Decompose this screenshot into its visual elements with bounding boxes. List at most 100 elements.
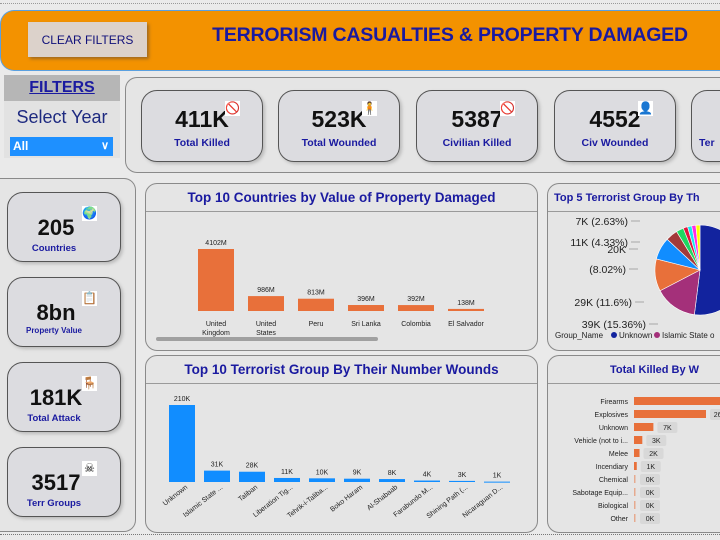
data-label: 7K <box>663 425 672 432</box>
data-label: 11K <box>281 469 293 476</box>
y-tick-label: Incendiary <box>596 464 629 471</box>
legend-title: Group_Name <box>555 331 604 340</box>
killed-by-weapon-svg: Firearms Explosives 26K Unknown 7K Vehicle (n… <box>572 397 720 524</box>
data-label: 4102M <box>205 240 227 247</box>
kpi-label: Countries <box>31 243 77 254</box>
data-label: 3K <box>652 438 661 445</box>
pie-data-label: 39K (15.36%) <box>582 319 646 331</box>
group-wounds-svg: 210KUnknown31KIslamic State ...28KTaliba… <box>162 396 510 520</box>
kpi-label: Civ Wounded <box>581 137 649 149</box>
kpi-label: Ter <box>699 137 715 149</box>
kpi-label: Total Wounded <box>301 137 377 149</box>
x-tick-label: Peru <box>309 321 324 328</box>
bar <box>448 308 484 311</box>
kpi-card-ter: Ter <box>691 90 720 162</box>
pie-data-label: 7K (2.63%) <box>575 216 628 228</box>
bar <box>634 449 640 457</box>
bar <box>634 423 654 431</box>
kpi-label: Terr Groups <box>26 498 82 509</box>
canvas-edge <box>0 534 720 536</box>
x-tick-label: Sri Lanka <box>351 321 381 328</box>
bar <box>414 480 440 482</box>
kpi-card-total-wounded: 523K Total Wounded 🧍 <box>278 90 400 162</box>
bar <box>634 501 636 509</box>
person-icon: 👤 <box>638 101 653 116</box>
bar <box>239 471 265 482</box>
bar <box>634 462 637 470</box>
kpi-label: Property Value <box>25 326 83 335</box>
data-label: 4K <box>423 472 432 479</box>
chart-title: Total Killed By W <box>548 356 720 384</box>
killed-by-weapon-chart: Total Killed By W Firearms Explosives 26K U… <box>547 355 720 533</box>
kpi-label: Total Killed <box>174 137 230 149</box>
data-label: 392M <box>407 296 425 303</box>
chart-title: Top 10 Countries by Value of Property Da… <box>146 184 537 212</box>
select-year-label: Select Year <box>16 107 108 127</box>
no-gun-icon: 🚫 <box>225 101 240 116</box>
bar <box>169 405 195 482</box>
legend-item: Islamic State o <box>662 331 715 340</box>
data-label: 3K <box>458 472 467 479</box>
bar <box>379 479 405 482</box>
data-label: 138M <box>457 300 475 307</box>
legend-marker <box>654 332 660 338</box>
x-tick-label: United <box>206 321 226 328</box>
bar <box>309 478 335 482</box>
kpi-value: 411K <box>175 106 229 132</box>
canvas-edge <box>0 0 720 4</box>
x-tick-label: United <box>256 321 276 328</box>
chart-title: Top 5 Terrorist Group By Th <box>548 184 720 212</box>
x-tick-label: Kingdom <box>202 330 230 337</box>
bar <box>634 397 720 405</box>
kpi-label: Civilian Killed <box>442 137 512 149</box>
page-title: TERRORISM CASUALTIES & PROPERTY DAMAGED <box>212 24 688 46</box>
bar <box>634 436 643 444</box>
kpi-card-terr-groups: 3517 Terr Groups ☠ <box>7 447 121 517</box>
x-tick-label: El Salvador <box>448 321 484 328</box>
kpi-card-civ-wounded: 4552 Civ Wounded 👤 <box>554 90 676 162</box>
attacker-icon: 🪑 <box>82 376 97 391</box>
bar <box>484 481 510 483</box>
y-tick-label: Biological <box>598 503 628 510</box>
clear-filters-button[interactable]: CLEAR FILTERS <box>28 22 147 57</box>
kpi-card-countries: 205 Countries 🌍 <box>7 192 121 262</box>
bar <box>634 410 706 418</box>
data-label: 31K <box>211 462 224 469</box>
kpi-card-property-value: 8bn Property Value 📋 <box>7 277 121 347</box>
pie-data-label: 11K (4.33%) <box>570 237 628 249</box>
data-label: 2K <box>649 451 658 458</box>
data-label: 0K <box>646 503 655 510</box>
property-damage-chart: Top 10 Countries by Value of Property Da… <box>145 183 538 351</box>
year-dropdown[interactable]: All ∨ <box>10 137 113 156</box>
bar <box>274 477 300 482</box>
y-tick-label: Firearms <box>600 399 628 406</box>
chart-title: Top 10 Terrorist Group By Their Number W… <box>146 356 537 384</box>
x-tick-label: Al-Shabaab <box>366 484 399 512</box>
y-tick-label: Chemical <box>599 477 629 484</box>
x-tick-label: Boko Haram <box>329 484 364 514</box>
kpi-label: Total Attack <box>27 413 81 424</box>
bar <box>298 298 334 311</box>
bar <box>344 478 370 482</box>
globe-icon: 🌍 <box>82 206 97 221</box>
y-tick-label: Explosives <box>595 412 629 419</box>
no-gun-icon: 🚫 <box>500 101 515 116</box>
group-wounds-chart: Top 10 Terrorist Group By Their Number W… <box>145 355 538 533</box>
x-tick-label: Unknown <box>162 484 189 508</box>
legend-marker <box>611 332 617 338</box>
chevron-down-icon: ∨ <box>100 140 109 152</box>
data-label: 10K <box>316 469 329 476</box>
bar <box>449 480 475 482</box>
data-label: 813M <box>307 290 325 297</box>
bar <box>634 475 636 483</box>
kpi-card-civilian-killed: 5387 Civilian Killed 🚫 <box>416 90 538 162</box>
y-tick-label: Unknown <box>599 425 628 432</box>
filters-heading: FILTERS <box>4 75 120 101</box>
bar <box>204 470 230 482</box>
bar <box>398 305 434 311</box>
horizontal-scrollbar[interactable] <box>156 337 378 341</box>
kpi-value: 5387 <box>451 106 503 132</box>
bar <box>634 514 636 522</box>
data-label: 986M <box>257 287 275 294</box>
data-label: 28K <box>246 463 259 470</box>
